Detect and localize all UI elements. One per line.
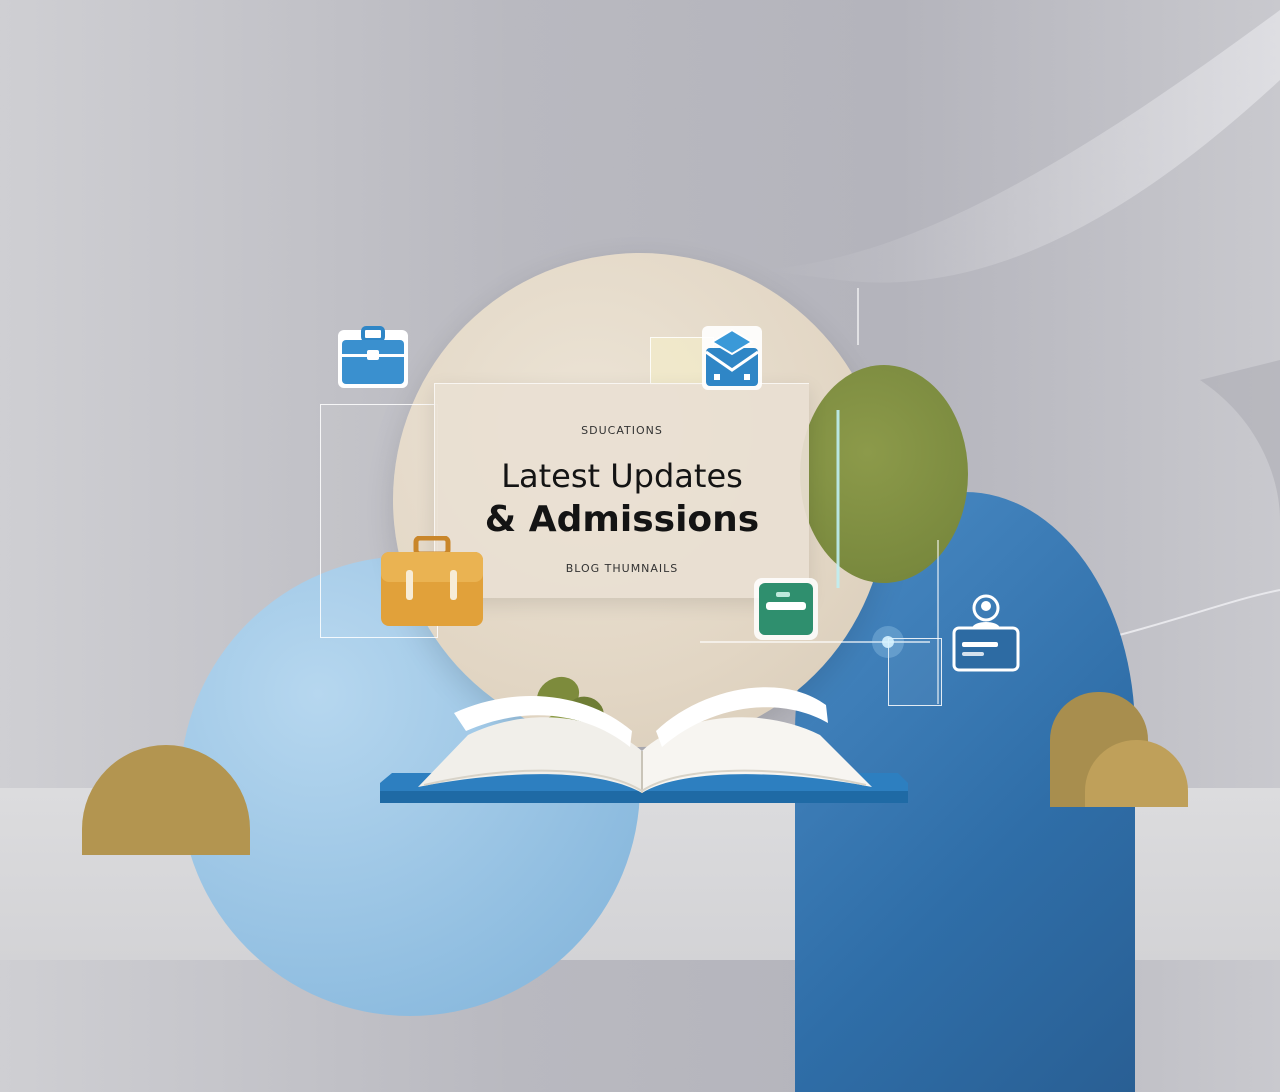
open-book-icon <box>380 687 908 803</box>
headline-card: SDUCATIONS Latest Updates & Admissions B… <box>434 383 809 598</box>
message-card-icon <box>754 578 818 640</box>
title-line-2: & Admissions <box>484 499 760 540</box>
card-footer: BLOG THUMNAILS <box>565 562 679 575</box>
card-kicker: SDUCATIONS <box>581 424 663 437</box>
hero-illustration: SDUCATIONS Latest Updates & Admissions B… <box>0 0 1280 1092</box>
briefcase-icon <box>381 536 483 626</box>
graduation-cap-icon <box>702 326 762 390</box>
user-id-card-icon <box>952 594 1020 672</box>
title-line-1: Latest Updates <box>501 457 743 495</box>
card-title: Latest Updates & Admissions <box>435 454 809 542</box>
briefcase-icon <box>338 326 408 388</box>
